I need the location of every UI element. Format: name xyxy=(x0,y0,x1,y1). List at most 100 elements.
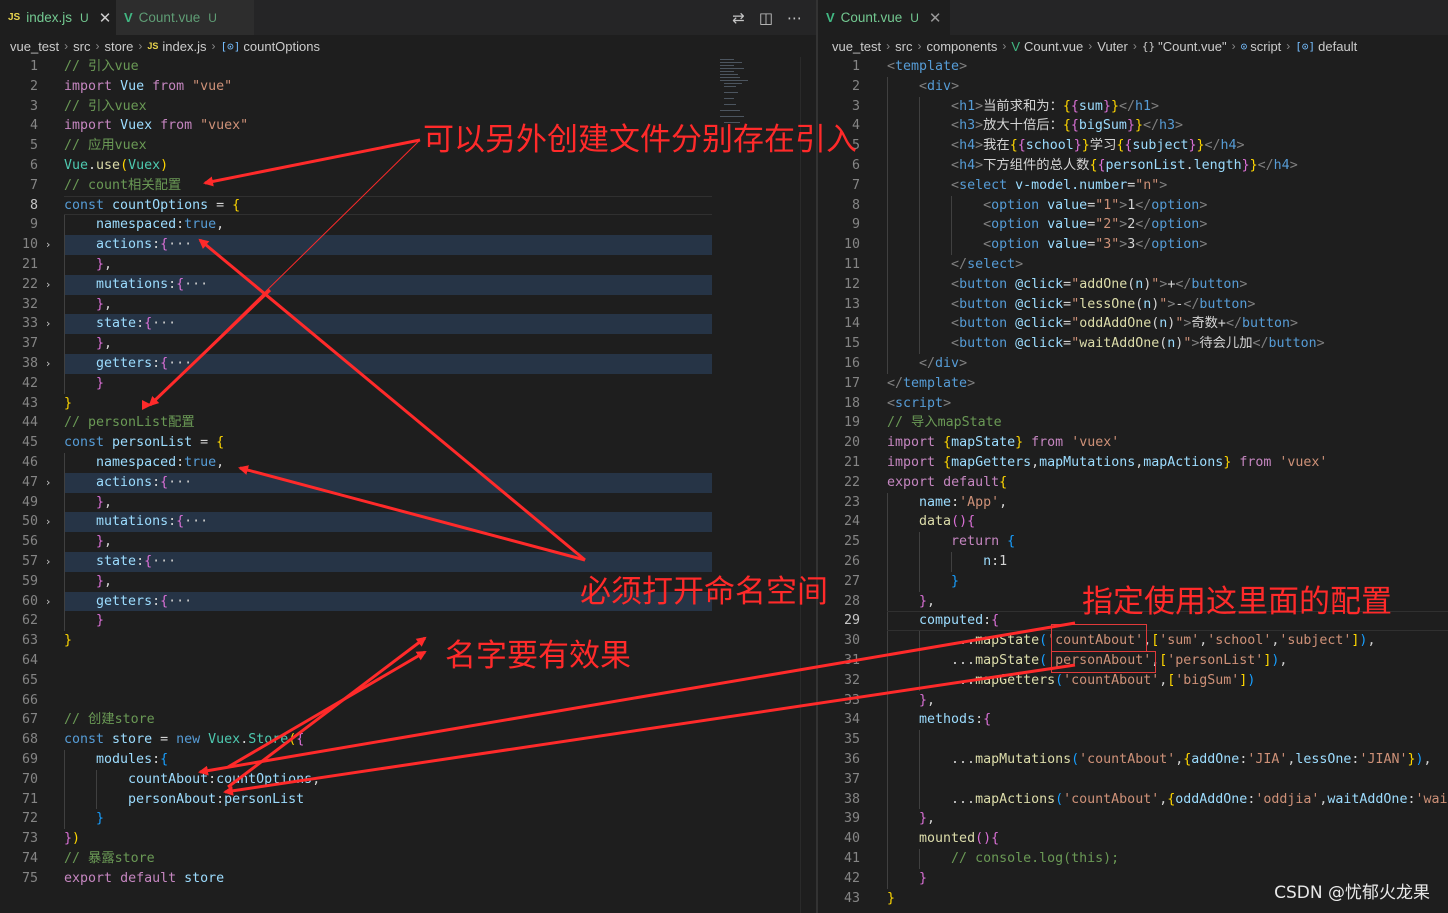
code-line: 72 } xyxy=(0,809,816,830)
code-line: 32 }, xyxy=(0,294,816,315)
code-line: 62 } xyxy=(0,611,816,632)
tab-bar-right: V Count.vue U ✕ xyxy=(818,0,1448,35)
code-line: 4 <h3>放大十倍后：{{bigSum}}</h3> xyxy=(818,116,1448,137)
compare-changes-icon[interactable]: ⇄ xyxy=(732,9,745,27)
breadcrumb-item[interactable]: src xyxy=(895,39,912,54)
code-line: 1 <template> xyxy=(851,59,968,74)
chevron-right-icon: › xyxy=(95,39,100,53)
code-line: 20 import {mapState} from 'vuex' xyxy=(843,435,1120,451)
vue-file-icon: V xyxy=(124,10,133,25)
javascript-file-icon: JS xyxy=(147,41,159,51)
chevron-right-icon[interactable]: › xyxy=(46,592,50,612)
code-line: 64 xyxy=(21,653,38,668)
chevron-right-icon: › xyxy=(211,39,216,53)
code-line-current: 8 const countOptions = { xyxy=(0,195,816,216)
chevron-right-icon[interactable]: › xyxy=(46,552,50,572)
code-line-folded: 22 › mutations:{··· xyxy=(0,274,816,295)
breadcrumb-item[interactable]: default xyxy=(1318,39,1357,54)
code-line: 46 namespaced:true, xyxy=(0,453,816,473)
editor-pane-right: V Count.vue U ✕ vue_test › src › component… xyxy=(818,0,1448,913)
code-line: 38 ...mapActions('countAbout',{oddAddOne… xyxy=(818,789,1448,810)
highlight-box-personabout xyxy=(1051,651,1156,673)
more-actions-icon[interactable]: ⋯ xyxy=(787,9,802,27)
code-line-folded: 38 › getters:{··· xyxy=(0,354,816,374)
code-line: 71 personAbout:personList xyxy=(0,789,816,810)
code-line: 2 import Vue from "vue" xyxy=(29,78,233,94)
code-line: 37 }, xyxy=(0,334,816,354)
chevron-right-icon: › xyxy=(1132,39,1137,53)
breadcrumb-item[interactable]: vue_test xyxy=(832,39,881,54)
breadcrumb-item[interactable]: countOptions xyxy=(243,39,320,54)
code-line: 43} xyxy=(21,395,73,411)
tab-index-js[interactable]: JS index.js U ✕ xyxy=(0,0,116,35)
code-line: 42 } xyxy=(0,373,816,394)
code-line: 39 }, xyxy=(818,809,1448,830)
code-line: 35 xyxy=(818,730,1448,750)
tab-status: U xyxy=(910,10,919,25)
tab-count-vue[interactable]: V Count.vue U ✕ xyxy=(818,0,950,35)
breadcrumb-item[interactable]: script xyxy=(1250,39,1281,54)
code-line: 33 }, xyxy=(818,690,1448,711)
code-line: 23 name:'App', xyxy=(818,492,1448,513)
breadcrumb-item[interactable]: Count.vue xyxy=(1024,39,1083,54)
code-line: 34 methods:{ xyxy=(818,710,1448,731)
close-icon[interactable]: ✕ xyxy=(929,9,942,27)
code-line: 25 return { xyxy=(818,532,1448,552)
split-editor-icon[interactable]: ◫ xyxy=(759,9,773,27)
watermark: CSDN @忧郁火龙果 xyxy=(1274,883,1430,903)
annotation-namespace-required: 必须打开命名空间 xyxy=(580,574,828,610)
chevron-right-icon[interactable]: › xyxy=(46,275,50,295)
code-line: 32 ...mapGetters('countAbout',['bigSum']… xyxy=(818,670,1448,691)
code-line: 68 const store = new Vuex.Store({ xyxy=(21,732,305,748)
code-line: 15 <button @click="waitAddOne(n)">待会儿加</… xyxy=(818,334,1448,354)
code-line: 9 namespaced:true, xyxy=(0,215,816,236)
code-line: 2 <div> xyxy=(818,76,1448,97)
code-line: 8 <option value="1">1</option> xyxy=(818,195,1448,216)
breadcrumb-item[interactable]: "Count.vue" xyxy=(1158,39,1227,54)
code-line-folded: 47 › actions:{··· xyxy=(0,472,816,493)
code-line: 37 xyxy=(818,769,1448,790)
code-line: 9 <option value="2">2</option> xyxy=(818,215,1448,236)
chevron-right-icon: › xyxy=(1088,39,1093,53)
tab-status: U xyxy=(208,10,217,25)
code-line: 56 }, xyxy=(0,532,816,552)
chevron-right-icon: › xyxy=(64,39,69,53)
breadcrumb-item[interactable]: store xyxy=(105,39,134,54)
chevron-right-icon[interactable]: › xyxy=(46,473,50,493)
annotation-name-effective: 名字要有效果 xyxy=(445,638,631,674)
close-icon[interactable]: ✕ xyxy=(99,9,112,27)
chevron-right-icon: › xyxy=(1002,39,1007,53)
breadcrumb-right: vue_test › src › components › V Count.vue › V… xyxy=(818,35,1448,57)
code-line: 69 modules:{ xyxy=(0,750,816,770)
chevron-right-icon[interactable]: › xyxy=(46,314,50,334)
code-line: 66 xyxy=(21,692,38,708)
breadcrumb-item[interactable]: Vuter xyxy=(1097,39,1128,54)
code-line: 40 mounted(){ xyxy=(818,829,1448,849)
code-line: 7 <select v-model.number="n"> xyxy=(818,175,1448,196)
code-line: 1// 引入vue xyxy=(29,59,139,74)
code-line: 22 export default{ xyxy=(843,474,1008,490)
code-line: 3 <h1>当前求和为：{{sum}}</h1> xyxy=(818,96,1448,117)
breadcrumb-item[interactable]: src xyxy=(73,39,90,54)
chevron-right-icon[interactable]: › xyxy=(46,512,50,532)
code-line-folded: 10 › actions:{··· xyxy=(0,235,816,255)
code-line-folded: 50 › mutations:{··· xyxy=(0,512,816,533)
breadcrumb-item[interactable]: components xyxy=(927,39,998,54)
chevron-right-icon[interactable]: › xyxy=(46,235,50,255)
code-line: 10 <option value="3">3</option> xyxy=(818,235,1448,255)
tab-count-vue[interactable]: V Count.vue U xyxy=(116,0,254,35)
breadcrumb-item[interactable]: index.js xyxy=(162,39,206,54)
code-line: 21 import {mapGetters,mapMutations,mapAct… xyxy=(843,455,1328,470)
editor-actions: ⇄ ◫ ⋯ xyxy=(732,0,802,35)
chevron-right-icon[interactable]: › xyxy=(46,354,50,374)
highlight-box-countabout xyxy=(1051,624,1147,652)
annotation-use-config: 指定使用这里面的配置 xyxy=(1082,584,1392,620)
chevron-right-icon: › xyxy=(138,39,143,53)
code-line: 65 xyxy=(21,672,38,688)
code-line: 67// 创建store xyxy=(21,712,155,728)
code-line: 49 }, xyxy=(0,492,816,513)
code-line: 24 data(){ xyxy=(818,512,1448,533)
code-line: 16 </div> xyxy=(818,354,1448,374)
tab-bar-left: JS index.js U ✕ V Count.vue U ⇄ ◫ ⋯ xyxy=(0,0,816,35)
breadcrumb-item[interactable]: vue_test xyxy=(10,39,59,54)
